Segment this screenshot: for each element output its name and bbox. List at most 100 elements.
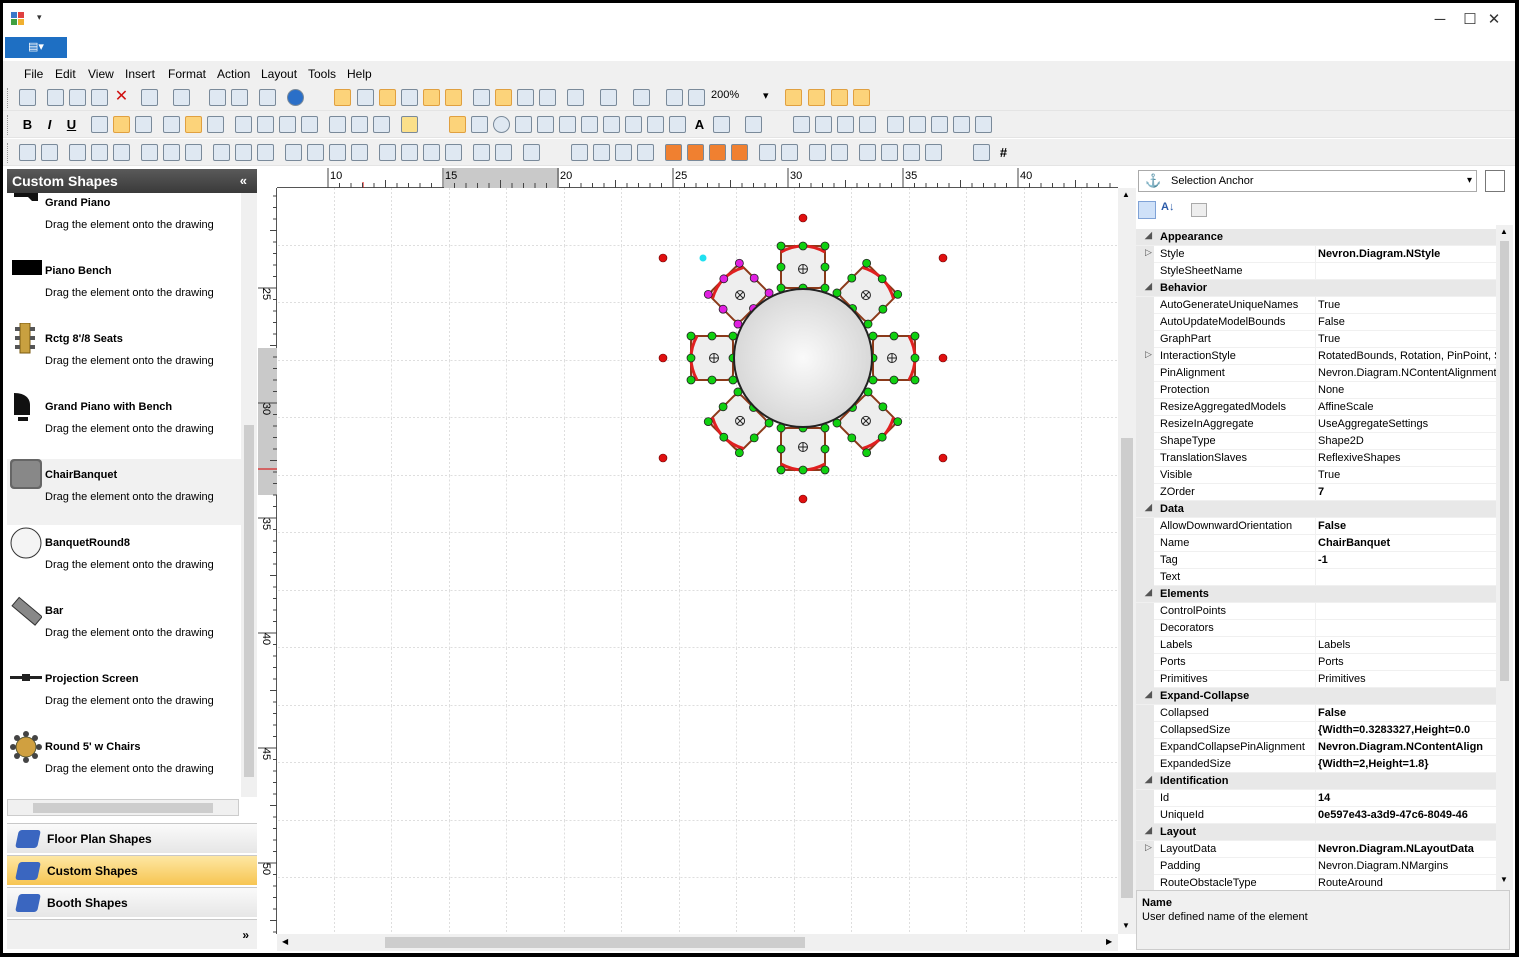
center-h-icon[interactable]: [473, 144, 490, 161]
image-fill-icon[interactable]: [973, 144, 990, 161]
resize-handle[interactable]: [686, 331, 696, 341]
lightning-icon[interactable]: [401, 116, 418, 133]
property-row[interactable]: UniqueId 0e597e43-a3d9-47c6-8049-46: [1136, 807, 1496, 824]
list-item[interactable]: Grand Piano with Bench Drag the element …: [7, 391, 241, 457]
resize-handle[interactable]: [798, 465, 808, 475]
zoom-in-icon[interactable]: [666, 89, 683, 106]
library-icon[interactable]: [859, 116, 876, 133]
delete-icon[interactable]: ✕: [113, 89, 130, 106]
collapse-icon[interactable]: ◢: [1145, 502, 1152, 513]
rotation-handle[interactable]: [658, 353, 668, 363]
property-row[interactable]: CollapsedSize {Width=0.3283327,Height=0.0: [1136, 722, 1496, 739]
list-item[interactable]: ChairBanquet Drag the element onto the d…: [7, 459, 241, 525]
property-value[interactable]: RotatedBounds, Rotation, PinPoint, S: [1318, 350, 1496, 362]
property-value[interactable]: True: [1318, 333, 1340, 345]
flip-icon[interactable]: [615, 144, 632, 161]
send-backward-icon[interactable]: [731, 144, 748, 161]
list-item[interactable]: Rctg 8'/8 Seats Drag the element onto th…: [7, 323, 241, 389]
resize-handle[interactable]: [889, 331, 899, 341]
property-row[interactable]: Padding Nevron.Diagram.NMargins: [1136, 858, 1496, 875]
property-value[interactable]: RouteAround: [1318, 877, 1383, 889]
stretch-h-icon[interactable]: [859, 144, 876, 161]
drawing-svg[interactable]: [277, 188, 1118, 934]
property-value[interactable]: True: [1318, 299, 1340, 311]
property-row[interactable]: RouteObstacleType RouteAround: [1136, 875, 1496, 890]
scroll-up-arrow[interactable]: ▲: [1122, 190, 1130, 199]
italic-icon[interactable]: I: [41, 116, 58, 133]
menu-insert[interactable]: Insert: [125, 67, 155, 81]
property-value[interactable]: {Width=0.3283327,Height=0.0: [1318, 724, 1470, 736]
library-hscroll-thumb[interactable]: [33, 803, 213, 813]
expand-icon[interactable]: ▷: [1145, 842, 1152, 853]
property-category[interactable]: ◢ Behavior: [1136, 280, 1496, 297]
expand-icon[interactable]: ▷: [1145, 247, 1152, 258]
resize-handle[interactable]: [776, 241, 786, 251]
resize-handle[interactable]: [910, 375, 920, 385]
group-select-icon[interactable]: [759, 144, 776, 161]
close-button[interactable]: ✕: [1480, 9, 1508, 31]
pointer-tool-icon[interactable]: [449, 116, 466, 133]
list-item[interactable]: BanquetRound8 Drag the element onto the …: [7, 527, 241, 593]
save-icon[interactable]: [19, 89, 36, 106]
nav-more-button[interactable]: »: [242, 920, 249, 950]
property-row[interactable]: Name ChairBanquet: [1136, 535, 1496, 552]
property-value[interactable]: 7: [1318, 486, 1324, 498]
shadow-style-icon[interactable]: [279, 116, 296, 133]
connector-tool-icon[interactable]: [713, 116, 730, 133]
mirror-icon[interactable]: [637, 144, 654, 161]
ungroup-select-icon[interactable]: [781, 144, 798, 161]
flip-v-icon[interactable]: [351, 116, 368, 133]
zoom-dropdown-arrow[interactable]: ▾: [763, 89, 769, 102]
undo-icon[interactable]: [141, 89, 158, 106]
rotation-handle[interactable]: [938, 453, 948, 463]
drawing-canvas[interactable]: [277, 188, 1118, 934]
property-value[interactable]: Nevron.Diagram.NStyle: [1318, 248, 1440, 260]
nav-booth-shapes[interactable]: Booth Shapes: [7, 887, 257, 917]
scroll-right-arrow[interactable]: ▶: [1106, 937, 1112, 946]
grid-icon[interactable]: [334, 89, 351, 106]
group-icon[interactable]: [19, 144, 36, 161]
property-category[interactable]: ◢ Data: [1136, 501, 1496, 518]
arrange-icon[interactable]: [523, 144, 540, 161]
align-lefts-icon[interactable]: [69, 144, 86, 161]
property-row[interactable]: ExpandCollapsePinAlignment Nevron.Diagram…: [1136, 739, 1496, 756]
rotation-handle[interactable]: [658, 253, 668, 263]
align-centers-icon[interactable]: [91, 144, 108, 161]
layer-snap-icon[interactable]: [785, 89, 802, 106]
property-category[interactable]: ◢ Elements: [1136, 586, 1496, 603]
resize-handle[interactable]: [776, 465, 786, 475]
property-value[interactable]: True: [1318, 469, 1340, 481]
property-row[interactable]: Protection None: [1136, 382, 1496, 399]
pin-point-icon[interactable]: [798, 442, 808, 452]
chair-banquet[interactable]: [776, 423, 830, 475]
property-row[interactable]: Primitives Primitives: [1136, 671, 1496, 688]
spacing-v-dec-icon[interactable]: [423, 144, 440, 161]
list-item[interactable]: Grand Piano Drag the element onto the dr…: [7, 193, 241, 253]
quick-access-dropdown[interactable]: ▾: [37, 12, 42, 23]
layer-guide-icon[interactable]: [831, 89, 848, 106]
text-tool-icon[interactable]: A: [691, 116, 708, 133]
bold-icon[interactable]: B: [19, 116, 36, 133]
save-doc-icon[interactable]: [837, 116, 854, 133]
pin-point-icon[interactable]: [798, 264, 808, 274]
list-item[interactable]: Round 5' w Chairs Drag the element onto …: [7, 731, 241, 797]
property-value[interactable]: Shape2D: [1318, 435, 1364, 447]
list-item[interactable]: Piano Bench Drag the element onto the dr…: [7, 255, 241, 321]
menu-format[interactable]: Format: [168, 67, 206, 81]
spacing-h-dec-icon[interactable]: [329, 144, 346, 161]
spacing-h-rem-icon[interactable]: [351, 144, 368, 161]
same-size-icon[interactable]: [257, 144, 274, 161]
library-scroll-thumb[interactable]: [244, 425, 254, 777]
menu-layout[interactable]: Layout: [261, 67, 297, 81]
menu-tools[interactable]: Tools: [308, 67, 336, 81]
stretch-v-icon[interactable]: [881, 144, 898, 161]
property-pages-button[interactable]: [1485, 170, 1505, 192]
resize-handle[interactable]: [686, 375, 696, 385]
resize-handle[interactable]: [820, 241, 830, 251]
property-value[interactable]: Nevron.Diagram.NContentAlignment: [1318, 367, 1496, 379]
property-value[interactable]: Nevron.Diagram.NMargins: [1318, 860, 1448, 872]
property-row[interactable]: Ports Ports: [1136, 654, 1496, 671]
rotation-handle[interactable]: [938, 353, 948, 363]
property-value[interactable]: Nevron.Diagram.NLayoutData: [1318, 843, 1474, 855]
collapse-icon[interactable]: ◢: [1145, 230, 1152, 241]
